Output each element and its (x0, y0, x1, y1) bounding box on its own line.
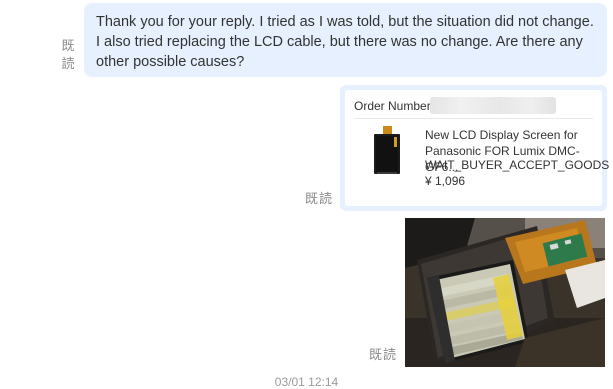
order-number-redacted (430, 97, 556, 114)
message-photo[interactable] (405, 218, 605, 367)
order-status: WAIT_BUYER_ACCEPT_GOODS (425, 158, 610, 172)
read-receipt-char-2: 読 (61, 56, 75, 71)
product-price: ¥ 1,096 (425, 174, 466, 188)
message-bubble: Thank you for your reply. I tried as I w… (84, 3, 607, 77)
read-receipt: 既読 (305, 191, 334, 206)
order-divider (354, 118, 593, 119)
read-receipt: 既読 (369, 347, 398, 362)
read-receipt: 既 読 (59, 37, 77, 73)
order-card[interactable]: Order Number New LCD Display Screen for … (345, 90, 609, 206)
order-number-label: Order Number (354, 99, 431, 113)
message-timestamp: 03/01 12:14 (274, 375, 339, 389)
order-message: Order Number New LCD Display Screen for … (340, 85, 609, 211)
message-text: Thank you for your reply. I tried as I w… (96, 14, 594, 70)
read-receipt-char-1: 既 (61, 38, 75, 53)
product-image[interactable] (368, 126, 404, 190)
